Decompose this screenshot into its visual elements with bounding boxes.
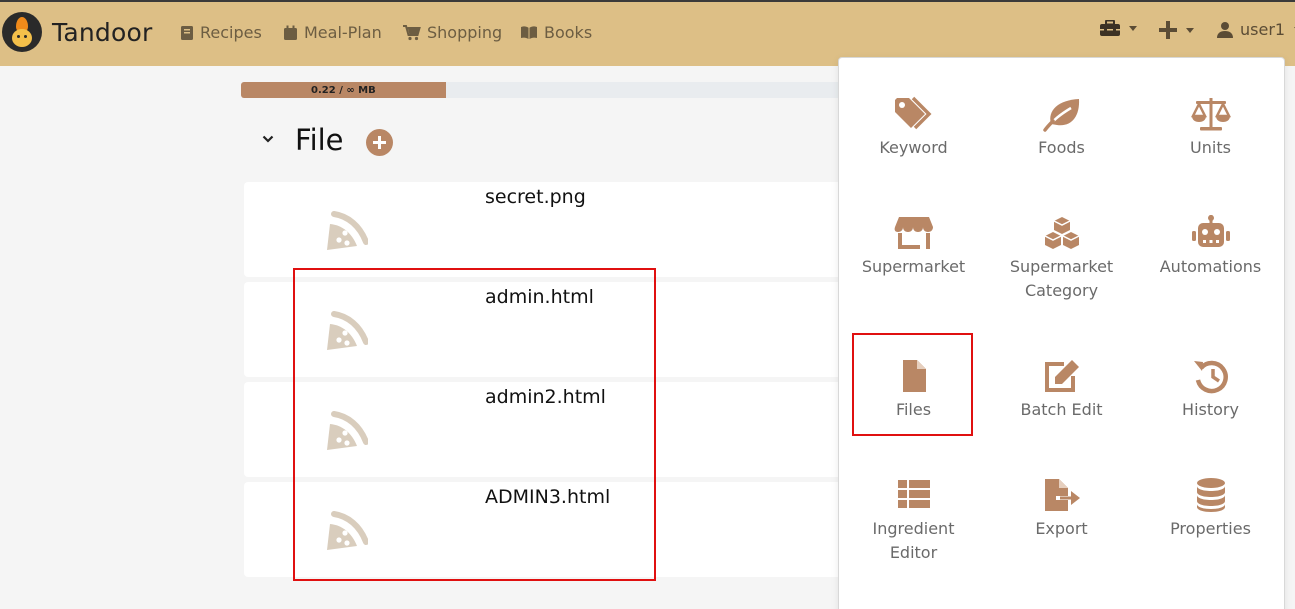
balance-scale-icon <box>1190 98 1231 131</box>
chevron-down-icon[interactable] <box>262 135 274 144</box>
add-dropdown-toggle[interactable] <box>1158 20 1194 40</box>
file-export-icon <box>1044 479 1080 511</box>
caret-down-icon <box>1186 27 1194 33</box>
page-title: File <box>295 123 344 157</box>
brand-link[interactable]: Tandoor <box>2 12 152 52</box>
robot-icon <box>1191 215 1230 247</box>
menu-item-automations-label: Automations <box>1159 257 1262 276</box>
store-icon <box>894 217 933 249</box>
menu-item-supermarket-label: Supermarket <box>861 257 966 276</box>
nav-shopping-label: Shopping <box>427 23 503 42</box>
calendar-icon <box>284 25 297 40</box>
menu-item-history-label: History <box>1182 400 1239 419</box>
caret-down-icon <box>1129 26 1137 31</box>
user-dropdown-toggle[interactable]: user1 <box>1217 20 1295 39</box>
toolbox-dropdown-toggle[interactable] <box>1099 20 1137 37</box>
add-file-button[interactable] <box>366 129 393 156</box>
highlight-annotation-files <box>293 268 656 581</box>
menu-item-automations[interactable]: Automations <box>1136 215 1285 279</box>
nav-meal-plan[interactable]: Meal-Plan <box>283 23 382 42</box>
cubes-icon <box>1044 217 1079 249</box>
menu-item-ingredient-editor-label-1: Ingredient <box>872 519 955 538</box>
user-icon <box>1217 22 1233 38</box>
nav-shopping[interactable]: Shopping <box>403 23 502 42</box>
username-label: user1 <box>1240 20 1286 39</box>
toolbox-icon <box>1100 20 1120 36</box>
file-card[interactable]: secret.png <box>244 182 864 277</box>
nav-recipes-label: Recipes <box>200 23 262 42</box>
open-book-icon <box>521 26 537 39</box>
menu-item-batch-edit[interactable]: Batch Edit <box>987 358 1136 422</box>
menu-item-history[interactable]: History <box>1136 358 1285 422</box>
menu-item-export[interactable]: Export <box>987 477 1136 541</box>
storage-progress-fill: 0.22 / ∞ MB <box>241 82 446 98</box>
th-list-icon <box>897 480 930 508</box>
menu-item-supermarket[interactable]: Supermarket <box>839 215 988 279</box>
book-icon <box>181 25 193 40</box>
tags-icon <box>894 96 931 130</box>
plus-icon <box>1159 21 1177 39</box>
storage-progress-label: 0.22 / ∞ MB <box>311 84 376 96</box>
menu-item-ingredient-editor-label-2: Editor <box>889 543 938 562</box>
menu-item-batch-edit-label: Batch Edit <box>1020 400 1103 419</box>
menu-item-supermarket-category-label-1: Supermarket <box>1009 257 1114 276</box>
menu-item-foods-label: Foods <box>1038 138 1085 157</box>
leaf-icon <box>1042 99 1079 132</box>
nav-meal-plan-label: Meal-Plan <box>304 23 382 42</box>
pizza-placeholder-icon <box>327 211 368 250</box>
menu-item-keyword[interactable]: Keyword <box>839 96 988 160</box>
file-name[interactable]: secret.png <box>485 186 586 208</box>
shopping-cart-icon <box>403 24 421 40</box>
nav-recipes[interactable]: Recipes <box>180 23 262 42</box>
menu-item-supermarket-category[interactable]: Supermarket Category <box>987 215 1136 303</box>
menu-item-export-label: Export <box>1035 519 1088 538</box>
menu-item-properties-label: Properties <box>1170 519 1251 538</box>
nav-books-label: Books <box>544 23 593 42</box>
brand-name: Tandoor <box>52 17 153 47</box>
menu-item-foods[interactable]: Foods <box>987 96 1136 160</box>
storage-progress-bar: 0.22 / ∞ MB <box>241 82 881 98</box>
menu-item-keyword-label: Keyword <box>879 138 948 157</box>
nav-books[interactable]: Books <box>520 23 592 42</box>
tandoor-logo <box>2 12 42 52</box>
history-icon <box>1193 360 1228 394</box>
menu-item-supermarket-category-label-2: Category <box>1024 281 1099 300</box>
database-icon <box>1196 478 1225 512</box>
menu-item-ingredient-editor[interactable]: Ingredient Editor <box>839 477 988 565</box>
highlight-annotation-files-menu <box>852 333 973 436</box>
edit-icon <box>1044 360 1079 392</box>
menu-item-units[interactable]: Units <box>1136 96 1285 160</box>
menu-item-units-label: Units <box>1190 138 1231 157</box>
menu-item-properties[interactable]: Properties <box>1136 477 1285 541</box>
